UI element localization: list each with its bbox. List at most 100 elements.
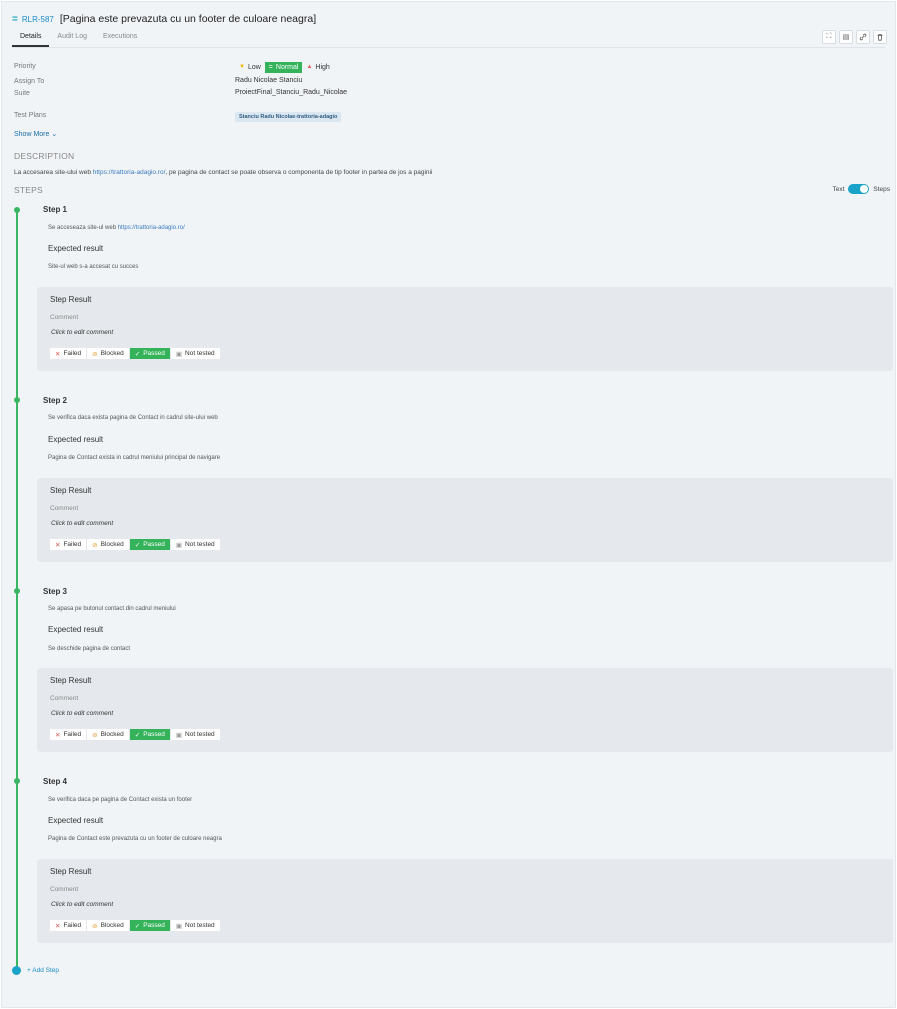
text-steps-switch[interactable] [848, 184, 870, 194]
step-4-title: Step 4 [43, 777, 68, 786]
blocked-button[interactable]: ⊘ Blocked [87, 729, 129, 740]
close-icon: ✕ [55, 541, 61, 549]
expand-icon[interactable]: ⛶ [822, 30, 836, 44]
show-more-button[interactable]: Show More ⌄ [14, 130, 57, 138]
check-icon: ✓ [134, 541, 141, 549]
description-link[interactable]: https://trattoria-adagio.ro/ [93, 169, 166, 176]
test-case-panel: = RLR-587 [Pagina este prevazuta cu un f… [1, 1, 896, 1008]
not-tested-button[interactable]: ▣ Not tested [170, 348, 220, 359]
priority-selector: ▼ Low = Normal ▲ High [235, 62, 334, 73]
description-text: La accesarea site-ului web https://tratt… [14, 169, 433, 176]
step-1-action-link[interactable]: https://trattoria-adagio.ro/ [118, 225, 185, 231]
timeline-dot [14, 588, 20, 594]
step-4-result: Step Result Comment Click to edit commen… [37, 859, 893, 943]
not-tested-button[interactable]: ▣ Not tested [170, 539, 220, 550]
passed-button[interactable]: ✓ Passed [129, 539, 170, 550]
not-tested-button[interactable]: ▣ Not tested [170, 729, 220, 740]
step-2-result: Step Result Comment Click to edit commen… [37, 478, 893, 562]
step-1-result: Step Result Comment Click to edit commen… [37, 287, 893, 371]
comment-label: Comment [50, 314, 79, 321]
comment-editor[interactable]: Click to edit comment [51, 710, 113, 717]
step-result-title: Step Result [50, 295, 92, 304]
passed-button[interactable]: ✓ Passed [129, 920, 170, 931]
blocked-button[interactable]: ⊘ Blocked [87, 920, 129, 931]
result-buttons: ✕ Failed ⊘ Blocked ✓ Passed ▣ Not tested [50, 920, 220, 931]
priority-high[interactable]: ▲ High [302, 62, 333, 73]
step-2-expected[interactable]: Pagina de Contact exista in cadrul meniu… [48, 455, 220, 461]
toggle-steps-label: Steps [873, 185, 890, 193]
blocked-icon: ⊘ [92, 541, 98, 549]
step-4-expected[interactable]: Pagina de Contact este prevazuta cu un f… [48, 836, 222, 842]
result-buttons: ✕ Failed ⊘ Blocked ✓ Passed ▣ Not tested [50, 348, 220, 359]
blocked-icon: ⊘ [92, 350, 98, 358]
lock-icon: ▣ [175, 922, 183, 930]
suite-label: Suite [14, 90, 30, 97]
assignee-value[interactable]: Radu Nicolae Stanciu [235, 77, 302, 84]
check-icon: ✓ [134, 731, 141, 739]
timeline-end-dot [12, 966, 21, 975]
priority-label: Priority [14, 63, 36, 70]
timeline-dot [14, 397, 20, 403]
step-3-action[interactable]: Se apasa pe butonul contact din cadrul m… [48, 606, 176, 612]
not-tested-button[interactable]: ▣ Not tested [170, 920, 220, 931]
step-1-title: Step 1 [43, 205, 68, 214]
step-1-action[interactable]: Se acceseaza site-ul web https://trattor… [48, 225, 185, 231]
step-result-title: Step Result [50, 676, 92, 685]
normal-priority-icon: = [12, 13, 18, 25]
step-3-result: Step Result Comment Click to edit commen… [37, 668, 893, 752]
step-3-expected-label: Expected result [48, 625, 104, 634]
comment-label: Comment [50, 505, 79, 512]
step-1-expected[interactable]: Site-ul web s-a accesat cu succes [48, 264, 138, 270]
low-priority-icon: ▼ [239, 64, 245, 70]
tab-audit-log[interactable]: Audit Log [49, 30, 95, 45]
check-icon: ✓ [134, 922, 141, 930]
link-icon[interactable] [856, 30, 870, 44]
timeline-dot [14, 207, 20, 213]
header: = RLR-587 [Pagina este prevazuta cu un f… [12, 12, 316, 26]
tab-executions[interactable]: Executions [95, 30, 145, 45]
test-plan-badge[interactable]: Stanciu Radu Nicolae-trattoria-adagio [235, 112, 342, 122]
comment-editor[interactable]: Click to edit comment [51, 520, 113, 527]
comment-editor[interactable]: Click to edit comment [51, 329, 113, 336]
step-4-expected-label: Expected result [48, 816, 104, 825]
toolbar: ⛶ ▤ [822, 30, 887, 44]
failed-button[interactable]: ✕ Failed [50, 348, 87, 359]
blocked-button[interactable]: ⊘ Blocked [87, 539, 129, 550]
lock-icon: ▣ [175, 350, 183, 358]
passed-button[interactable]: ✓ Passed [129, 348, 170, 359]
passed-button[interactable]: ✓ Passed [129, 729, 170, 740]
blocked-icon: ⊘ [92, 922, 98, 930]
normal-priority-icon: = [268, 64, 273, 71]
step-3-title: Step 3 [43, 587, 68, 596]
chevron-down-icon: ⌄ [51, 131, 58, 138]
step-3-expected[interactable]: Se deschide pagina de contact [48, 646, 130, 652]
tab-divider [12, 47, 885, 48]
add-step-button[interactable]: + Add Step [27, 967, 59, 974]
step-2-action[interactable]: Se verifica daca exista pagina de Contac… [48, 415, 218, 421]
step-result-title: Step Result [50, 867, 92, 876]
priority-low[interactable]: ▼ Low [235, 62, 265, 73]
document-icon[interactable]: ▤ [839, 30, 853, 44]
check-icon: ✓ [134, 350, 141, 358]
failed-button[interactable]: ✕ Failed [50, 920, 87, 931]
failed-button[interactable]: ✕ Failed [50, 539, 87, 550]
close-icon: ✕ [55, 922, 61, 930]
comment-editor[interactable]: Click to edit comment [51, 901, 113, 908]
step-2-expected-label: Expected result [48, 435, 104, 444]
step-4-action[interactable]: Se verifica daca pe pagina de Contact ex… [48, 797, 192, 803]
close-icon: ✕ [55, 350, 61, 358]
delete-icon[interactable] [873, 30, 887, 44]
test-plans-label: Test Plans [14, 112, 47, 119]
high-priority-icon: ▲ [306, 64, 313, 70]
tab-bar: Details Audit Log Executions [12, 30, 145, 48]
steps-heading: STEPS [14, 185, 43, 195]
lock-icon: ▣ [175, 731, 183, 739]
issue-key[interactable]: RLR-587 [22, 15, 54, 24]
suite-value[interactable]: ProiectFinal_Stanciu_Radu_Nicolae [235, 89, 347, 96]
failed-button[interactable]: ✕ Failed [50, 729, 87, 740]
description-heading: DESCRIPTION [14, 151, 75, 161]
priority-normal[interactable]: = Normal [264, 62, 303, 73]
blocked-icon: ⊘ [92, 731, 98, 739]
tab-details[interactable]: Details [12, 30, 50, 47]
blocked-button[interactable]: ⊘ Blocked [87, 348, 129, 359]
